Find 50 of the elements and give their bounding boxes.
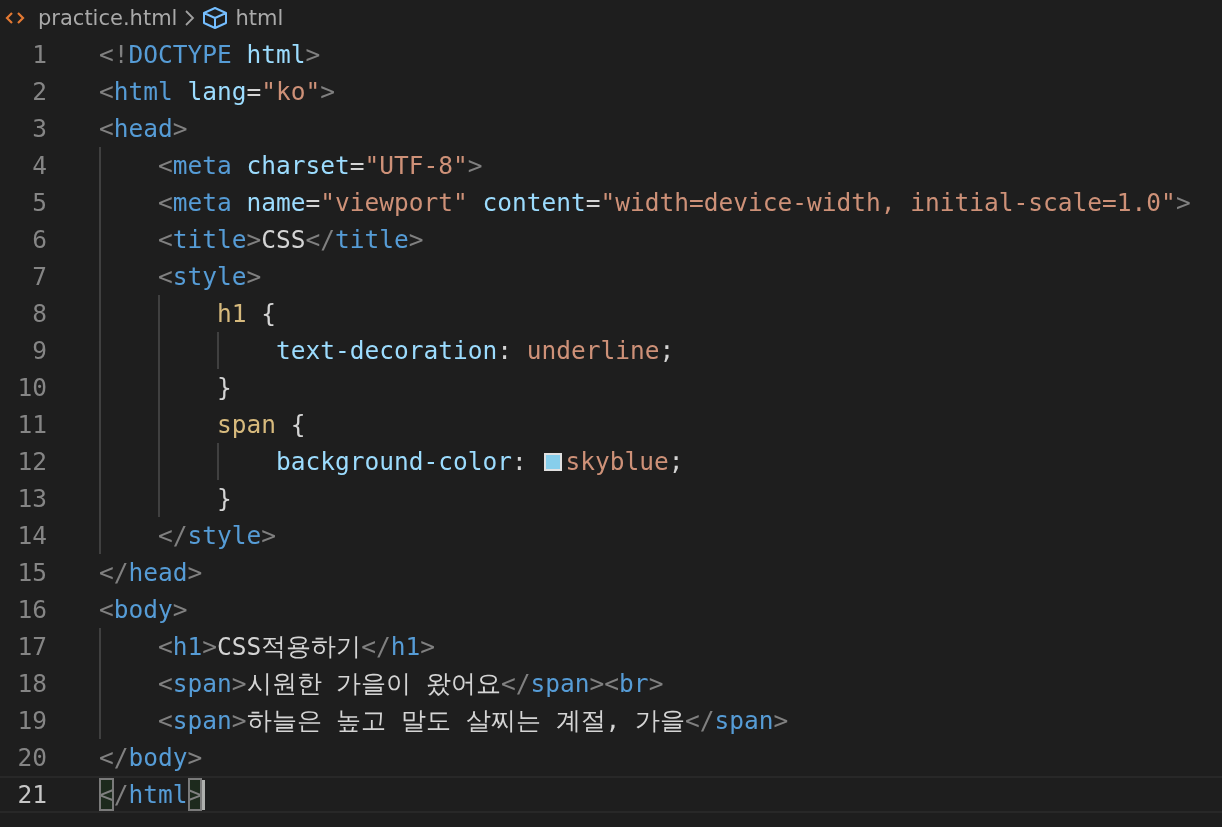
line-number: 21 [16, 780, 47, 809]
breadcrumb-symbol[interactable]: html [235, 6, 284, 30]
code-text: <head> [99, 114, 188, 143]
line-number: 4 [31, 151, 47, 180]
code-text: <style> [158, 262, 262, 291]
code-file-icon [4, 10, 26, 26]
code-text: </style> [158, 521, 277, 550]
code-text: <meta charset="UTF-8"> [158, 151, 483, 180]
line-number: 12 [16, 447, 47, 476]
code-text: skyblue; [565, 447, 684, 476]
line-number: 9 [31, 336, 47, 365]
code-text: <meta name="viewport" content="width=device-width, initial-scale=1.0"> [158, 188, 1191, 217]
code-text: background-color: [276, 447, 528, 476]
line-number: 13 [16, 484, 47, 513]
line-number: 1 [31, 40, 47, 69]
line-number: 2 [31, 77, 47, 106]
line-number: 11 [16, 410, 47, 439]
cube-icon [201, 6, 230, 30]
line-number: 5 [31, 188, 47, 217]
color-swatch-icon[interactable] [543, 452, 562, 471]
line-number: 14 [16, 521, 47, 550]
line-number: 20 [16, 743, 47, 772]
code-text: <h1>CSS적용하기</h1> [158, 631, 436, 663]
code-text: span { [217, 410, 306, 439]
code-text: h1 { [217, 299, 277, 328]
code-text: text-decoration: underline; [276, 336, 675, 365]
code-text: <html lang="ko"> [99, 77, 336, 106]
line-number: 10 [16, 373, 47, 402]
code-text: <body> [99, 595, 188, 624]
line-number: 3 [31, 114, 47, 143]
line-number: 19 [16, 706, 47, 735]
code-text: <span>하늘은 높고 말도 살찌는 계절, 가을</span> [158, 705, 789, 737]
breadcrumb-file[interactable]: practice.html [38, 6, 178, 30]
code-text: <title>CSS</title> [158, 225, 424, 254]
code-text: <span>시원한 가을이 왔어요</span><br> [158, 668, 664, 700]
line-number: 6 [31, 225, 47, 254]
text-cursor [202, 779, 206, 810]
code-text: </body> [99, 743, 203, 772]
line-number: 16 [16, 595, 47, 624]
line-number: 7 [31, 262, 47, 291]
code-text: } [217, 373, 232, 402]
code-text: </head> [99, 558, 203, 587]
chevron-right-icon [183, 9, 196, 27]
line-number: 15 [16, 558, 47, 587]
code-text: } [217, 484, 232, 513]
line-number: 18 [16, 669, 47, 698]
code-text: <!DOCTYPE html> [99, 40, 321, 69]
line-number: 17 [16, 632, 47, 661]
line-number: 8 [31, 299, 47, 328]
code-text: /html [113, 780, 188, 809]
